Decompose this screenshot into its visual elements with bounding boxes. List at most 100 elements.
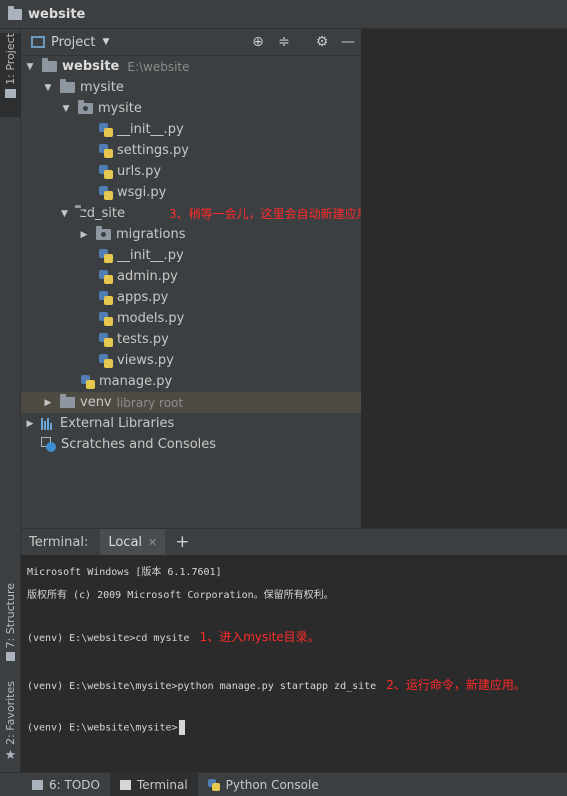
tree-library-hint: library root [116, 395, 184, 410]
tree-row-file[interactable]: __init__.py [21, 245, 361, 266]
tree-row-file[interactable]: manage.py [21, 371, 361, 392]
chevron-down-icon[interactable]: ▼ [102, 37, 109, 47]
python-file-icon [99, 290, 113, 305]
python-file-icon [81, 374, 95, 389]
annotation-step-2: 2、运行命令，新建应用。 [386, 678, 526, 692]
tab-terminal[interactable]: Terminal [109, 772, 198, 796]
window-title: website [28, 6, 86, 22]
terminal-line: 版权所有 (c) 2009 Microsoft Corporation。保留所有… [27, 590, 334, 601]
expand-arrow-icon[interactable]: ▼ [25, 62, 35, 72]
collapse-arrow-icon[interactable]: ▶ [43, 398, 53, 408]
tree-row-zd-site[interactable]: ▼ zd_site 3、稍等一会儿，这里会自动新建应用的目录。 [21, 203, 417, 224]
python-file-icon [99, 164, 113, 179]
tree-row-website[interactable]: ▼ website E:\website [21, 56, 361, 77]
tab-python-console[interactable]: Python Console [198, 773, 329, 796]
collapse-all-icon[interactable]: ≑ [271, 34, 297, 50]
project-toolbar: Project ▼ ⊕ ≑ ⚙ — [21, 29, 361, 56]
tree-row-file[interactable]: settings.py [21, 140, 361, 161]
tree-label-venv: venv [80, 395, 112, 410]
collapse-arrow-icon[interactable]: ▶ [79, 230, 89, 240]
tree-row-venv[interactable]: ▶ venv library root [21, 392, 361, 413]
star-icon: ★ [4, 747, 17, 763]
tree-row-file[interactable]: urls.py [21, 161, 361, 182]
terminal-line-group: (venv) E:\website\mysite>python manage.p… [27, 676, 526, 693]
expand-arrow-icon[interactable]: ▼ [43, 83, 53, 93]
terminal-prompt: (venv) E:\website\mysite> [27, 722, 178, 734]
tree-row-file[interactable]: views.py [21, 350, 361, 371]
terminal-line: (venv) E:\website\mysite>python manage.p… [27, 681, 377, 692]
collapse-arrow-icon[interactable]: ▶ [25, 419, 35, 429]
side-tab-project[interactable]: 1: Project [0, 33, 21, 117]
project-panel: Project ▼ ⊕ ≑ ⚙ — ▼ website E:\website ▼… [21, 29, 417, 528]
project-view-selector[interactable]: Project [51, 35, 95, 50]
close-icon[interactable]: ✕ [148, 536, 157, 549]
annotation-step-1: 1、进入mysite目录。 [199, 630, 320, 644]
bottom-tool-bar: 6: TODO Terminal Python Console [0, 772, 567, 796]
python-file-icon [99, 269, 113, 284]
tree-row-file[interactable]: admin.py [21, 266, 361, 287]
terminal-icon [119, 779, 131, 790]
python-file-icon [99, 248, 113, 263]
expand-arrow-icon[interactable]: ▼ [61, 209, 68, 219]
tree-label-mysite: mysite [80, 80, 124, 95]
expand-arrow-icon[interactable]: ▼ [61, 104, 71, 114]
tree-label-mysite-package: mysite [98, 101, 142, 116]
side-tab-favorites-label: 2: Favorites [4, 681, 17, 745]
tree-row-file[interactable]: wsgi.py [21, 182, 361, 203]
tree-label-zd-site: zd_site [79, 206, 125, 221]
terminal-output[interactable]: Microsoft Windows [版本 6.1.7601] 版权所有 (c)… [21, 555, 567, 772]
tree-row-file[interactable]: tests.py [21, 329, 361, 350]
structure-icon [6, 652, 15, 662]
terminal-line-group: (venv) E:\website>cd mysite 1、进入mysite目录。 [27, 628, 320, 645]
tree-row-migrations[interactable]: ▶ migrations [21, 224, 361, 245]
left-tool-strip: 1: Project 7: Structure 2: Favorites ★ [0, 29, 21, 772]
python-file-icon [99, 353, 113, 368]
tree-row-file[interactable]: __init__.py [21, 119, 361, 140]
python-file-icon [99, 122, 113, 137]
python-file-icon [99, 185, 113, 200]
scratches-icon [41, 437, 56, 452]
folder-icon [42, 58, 57, 72]
terminal-tab-local[interactable]: Local ✕ [100, 528, 166, 556]
project-view-icon [31, 36, 45, 48]
tree-row-mysite-package[interactable]: ▼ mysite [21, 98, 361, 119]
editor-area [361, 29, 567, 528]
tree-row-file[interactable]: apps.py [21, 287, 361, 308]
tree-row-file[interactable]: models.py [21, 308, 361, 329]
folder-icon [5, 88, 16, 98]
todo-icon [32, 779, 43, 790]
text-cursor [178, 720, 185, 735]
hide-icon[interactable]: — [335, 34, 361, 50]
locate-icon[interactable]: ⊕ [245, 34, 271, 50]
file-label: apps.py [117, 290, 169, 305]
terminal-line: (venv) E:\website>cd mysite [27, 633, 190, 644]
file-label: models.py [117, 311, 185, 326]
side-tab-favorites[interactable]: 2: Favorites ★ [0, 681, 21, 765]
side-tab-structure[interactable]: 7: Structure [0, 583, 21, 665]
tab-terminal-label: Terminal [136, 777, 188, 792]
tree-row-external-libraries[interactable]: ▶ External Libraries [21, 413, 361, 434]
tab-todo[interactable]: 6: TODO [22, 773, 110, 796]
file-label: admin.py [117, 269, 178, 284]
python-file-icon [99, 143, 113, 158]
terminal-line: Microsoft Windows [版本 6.1.7601] [27, 567, 222, 578]
gear-icon[interactable]: ⚙ [309, 34, 335, 50]
terminal-label: Terminal: [29, 534, 89, 550]
folder-icon [8, 5, 22, 20]
tree-label-website: website [62, 59, 120, 74]
new-terminal-icon[interactable]: + [175, 532, 189, 552]
terminal-line-group: (venv) E:\website\mysite> [27, 720, 185, 735]
folder-icon [60, 394, 75, 408]
tree-row-scratches[interactable]: Scratches and Consoles [21, 434, 361, 455]
tree-label-external-libraries: External Libraries [60, 416, 175, 431]
side-tab-structure-label: 7: Structure [4, 583, 17, 649]
file-label: tests.py [117, 332, 169, 347]
side-tab-project-label: 1: Project [4, 33, 17, 85]
tab-todo-label: 6: TODO [49, 777, 100, 792]
python-console-icon [207, 778, 220, 791]
package-icon [96, 226, 111, 240]
tree-label-scratches: Scratches and Consoles [61, 437, 217, 452]
file-label: urls.py [117, 164, 162, 179]
file-label: manage.py [99, 374, 173, 389]
tree-row-mysite[interactable]: ▼ mysite [21, 77, 361, 98]
